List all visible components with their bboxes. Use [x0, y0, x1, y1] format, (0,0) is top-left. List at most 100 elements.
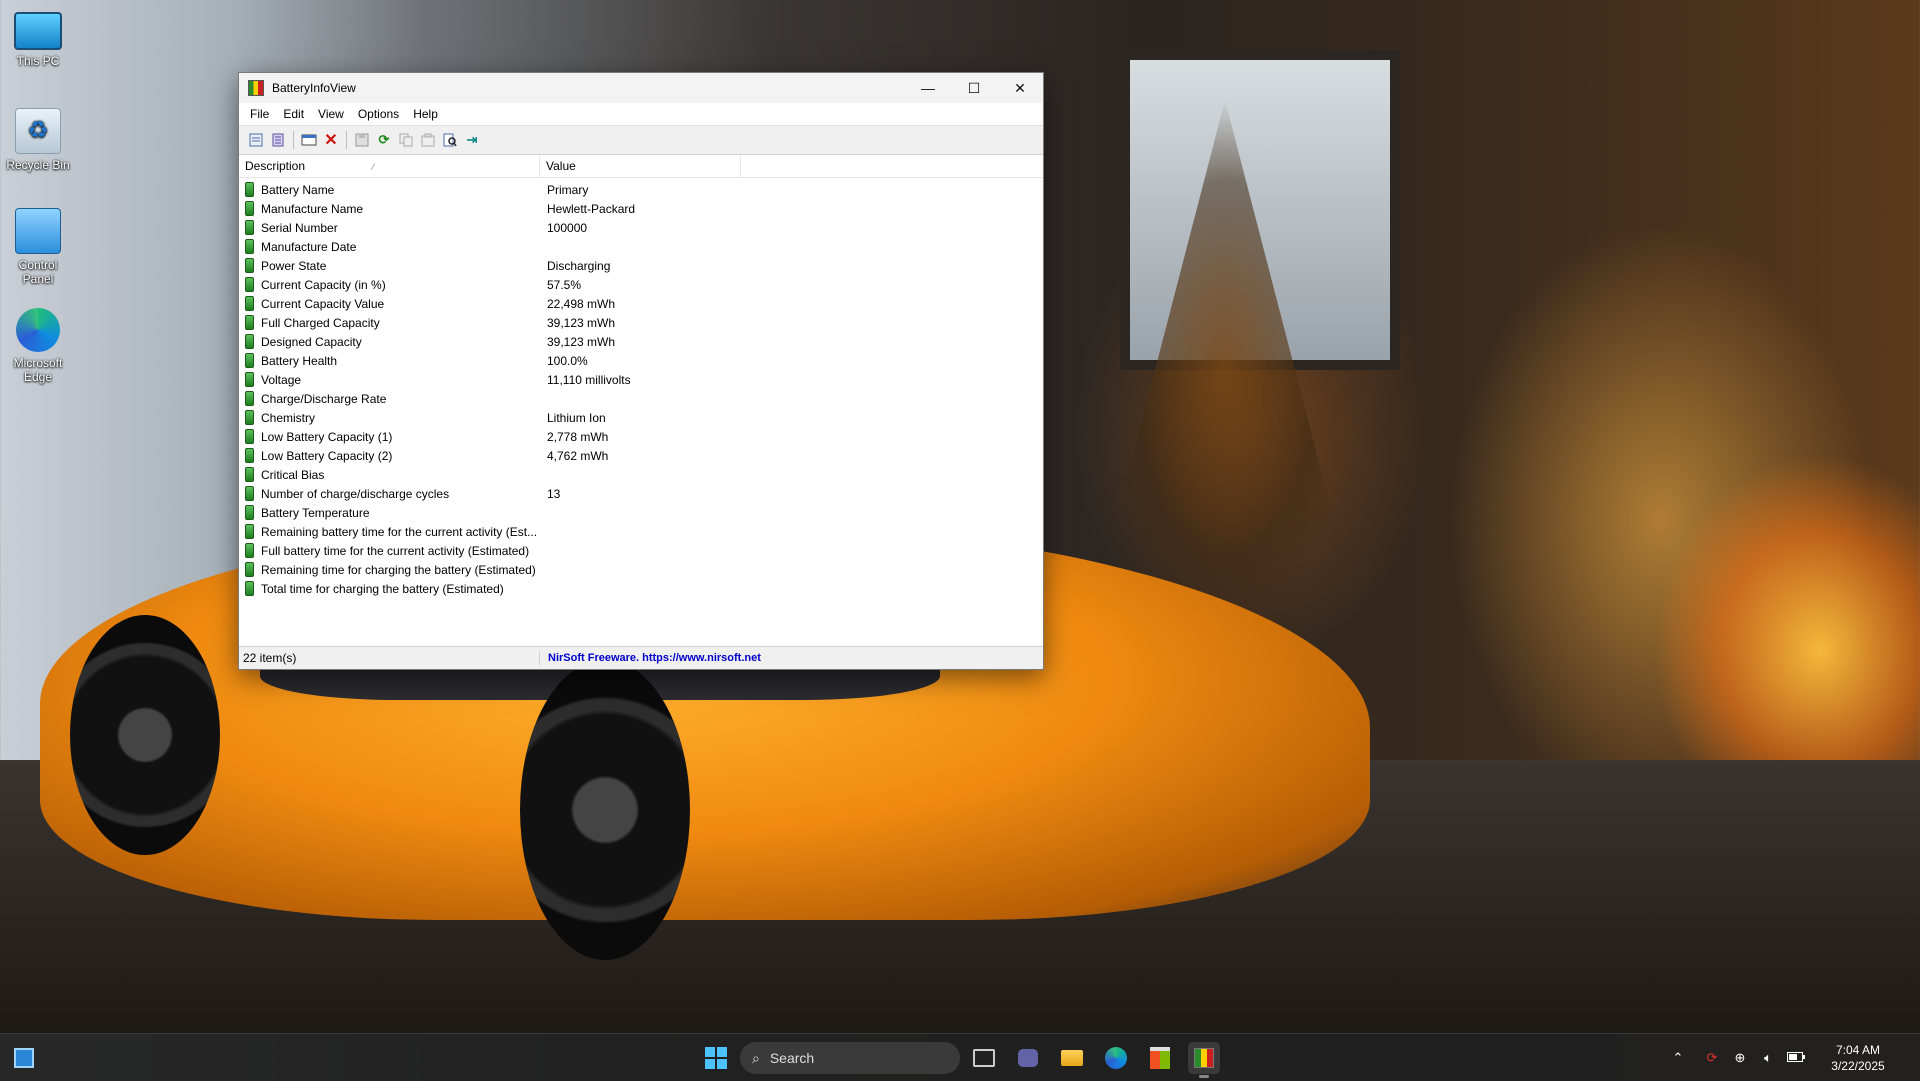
maximize-button[interactable]: ☐: [951, 73, 997, 103]
list-row[interactable]: Current Capacity Value 22,498 mWh: [239, 294, 1043, 313]
row-description-cell: Manufacture Name: [239, 201, 540, 216]
desktop-icon-label: Recycle Bin: [6, 158, 70, 172]
volume-icon[interactable]: 🔈︎: [1756, 1050, 1780, 1066]
menu-view[interactable]: View: [311, 104, 351, 124]
minimize-button[interactable]: —: [905, 73, 951, 103]
column-header-description[interactable]: Description ⁄: [239, 155, 540, 177]
list-row[interactable]: Chemistry Lithium Ion: [239, 408, 1043, 427]
list-row[interactable]: Manufacture Name Hewlett-Packard: [239, 199, 1043, 218]
row-description: Low Battery Capacity (2): [261, 448, 393, 463]
list-row[interactable]: Remaining battery time for the current a…: [239, 522, 1043, 541]
close-button[interactable]: ✕: [997, 73, 1043, 103]
battery-item-icon: [245, 486, 254, 501]
exit-icon[interactable]: ⇥: [462, 130, 482, 150]
battery-icon[interactable]: [1784, 1050, 1808, 1065]
list-row[interactable]: Remaining time for charging the battery …: [239, 560, 1043, 579]
list-row[interactable]: Battery Temperature: [239, 503, 1043, 522]
battery-app-icon: [1194, 1048, 1214, 1068]
battery-item-icon: [245, 543, 254, 558]
edge-taskbar-button[interactable]: [1100, 1042, 1132, 1074]
desktop-icon-this-pc[interactable]: This PC: [2, 8, 74, 68]
row-description-cell: Chemistry: [239, 410, 540, 425]
list-row[interactable]: Battery Health 100.0%: [239, 351, 1043, 370]
properties-icon[interactable]: [299, 130, 319, 150]
desktop-icon-control-panel[interactable]: Control Panel: [2, 208, 74, 286]
list-row[interactable]: Number of charge/discharge cycles 13: [239, 484, 1043, 503]
task-view-button[interactable]: [968, 1042, 1000, 1074]
teams-button[interactable]: [1012, 1042, 1044, 1074]
row-value: 2,778 mWh: [547, 429, 609, 444]
clock[interactable]: 7:04 AM 3/22/2025: [1810, 1042, 1906, 1074]
window-titlebar[interactable]: BatteryInfoView — ☐ ✕: [239, 73, 1043, 103]
find-icon[interactable]: [440, 130, 460, 150]
row-description-cell: Remaining battery time for the current a…: [239, 524, 540, 539]
desktop-icon-edge[interactable]: Microsoft Edge: [2, 308, 74, 384]
list-row[interactable]: Full Charged Capacity 39,123 mWh: [239, 313, 1043, 332]
list-row[interactable]: Total time for charging the battery (Est…: [239, 579, 1043, 598]
battery-item-icon: [245, 353, 254, 368]
row-description-cell: Designed Capacity: [239, 334, 540, 349]
row-value: 57.5%: [547, 277, 582, 292]
column-header-value[interactable]: Value: [540, 155, 741, 177]
batteryinfoview-window: BatteryInfoView — ☐ ✕ File Edit View Opt…: [238, 72, 1044, 670]
taskbar-search[interactable]: ⌕ Search: [740, 1042, 960, 1074]
sync-alert-icon[interactable]: ⟳: [1700, 1050, 1724, 1066]
network-icon[interactable]: ⊕: [1728, 1050, 1752, 1066]
wallpaper-car-wheel-front: [520, 660, 690, 960]
chevron-up-icon[interactable]: ⌃: [1666, 1050, 1690, 1066]
column-header-description-label: Description: [245, 159, 306, 173]
list-row[interactable]: Power State Discharging: [239, 256, 1043, 275]
battery-item-icon: [245, 391, 254, 406]
battery-info-icon[interactable]: [246, 130, 266, 150]
battery-app-icon: [248, 80, 264, 96]
delete-icon[interactable]: ✕: [321, 130, 341, 150]
list-row[interactable]: Current Capacity (in %) 57.5%: [239, 275, 1043, 294]
row-description: Remaining time for charging the battery …: [261, 562, 536, 577]
menu-options[interactable]: Options: [351, 104, 406, 124]
row-description: Power State: [261, 258, 327, 273]
desktop-icon-label: This PC: [16, 54, 60, 68]
menu-help[interactable]: Help: [406, 104, 445, 124]
nirsoft-link[interactable]: NirSoft Freeware. https://www.nirsoft.ne…: [540, 652, 761, 664]
row-description: Full battery time for the current activi…: [261, 543, 530, 558]
menu-edit[interactable]: Edit: [276, 104, 311, 124]
sort-arrow-icon: ⁄: [372, 162, 374, 172]
copy-icon[interactable]: [396, 130, 416, 150]
row-description-cell: Remaining time for charging the battery …: [239, 562, 540, 577]
row-description-cell: Total time for charging the battery (Est…: [239, 581, 540, 596]
list-row[interactable]: Manufacture Date: [239, 237, 1043, 256]
menu-file[interactable]: File: [243, 104, 276, 124]
battery-item-icon: [245, 505, 254, 520]
desktop-icon-recycle-bin[interactable]: ♻ Recycle Bin: [2, 108, 74, 172]
list-row[interactable]: Low Battery Capacity (1) 2,778 mWh: [239, 427, 1043, 446]
search-label: Search: [769, 1050, 815, 1066]
start-button[interactable]: [700, 1042, 732, 1074]
list-row[interactable]: Charge/Discharge Rate: [239, 389, 1043, 408]
row-description-cell: Voltage: [239, 372, 540, 387]
list-row[interactable]: Serial Number 100000: [239, 218, 1043, 237]
battery-log-icon[interactable]: [268, 130, 288, 150]
battery-item-icon: [245, 220, 254, 235]
list-row[interactable]: Voltage 11,110 millivolts: [239, 370, 1043, 389]
file-explorer-button[interactable]: [1056, 1042, 1088, 1074]
battery-item-icon: [245, 372, 254, 387]
store-button[interactable]: [1144, 1042, 1176, 1074]
clock-date: 3/22/2025: [1831, 1058, 1885, 1073]
save-icon[interactable]: [352, 130, 372, 150]
row-description: Battery Temperature: [261, 505, 370, 520]
battery-item-icon: [245, 239, 254, 254]
folder-icon: [1061, 1050, 1083, 1066]
list-row[interactable]: Battery Name Primary: [239, 180, 1043, 199]
list-row[interactable]: Designed Capacity 39,123 mWh: [239, 332, 1043, 351]
list-row[interactable]: Critical Bias: [239, 465, 1043, 484]
row-description: Voltage: [261, 372, 302, 387]
refresh-icon[interactable]: ⟳: [374, 130, 394, 150]
row-value: Primary: [547, 182, 589, 197]
widgets-button[interactable]: [8, 1042, 40, 1074]
html-report-icon[interactable]: [418, 130, 438, 150]
batteryinfoview-taskbar-button[interactable]: [1188, 1042, 1220, 1078]
row-value: 22,498 mWh: [547, 296, 616, 311]
list-row[interactable]: Low Battery Capacity (2) 4,762 mWh: [239, 446, 1043, 465]
row-description-cell: Low Battery Capacity (2): [239, 448, 540, 463]
list-row[interactable]: Full battery time for the current activi…: [239, 541, 1043, 560]
